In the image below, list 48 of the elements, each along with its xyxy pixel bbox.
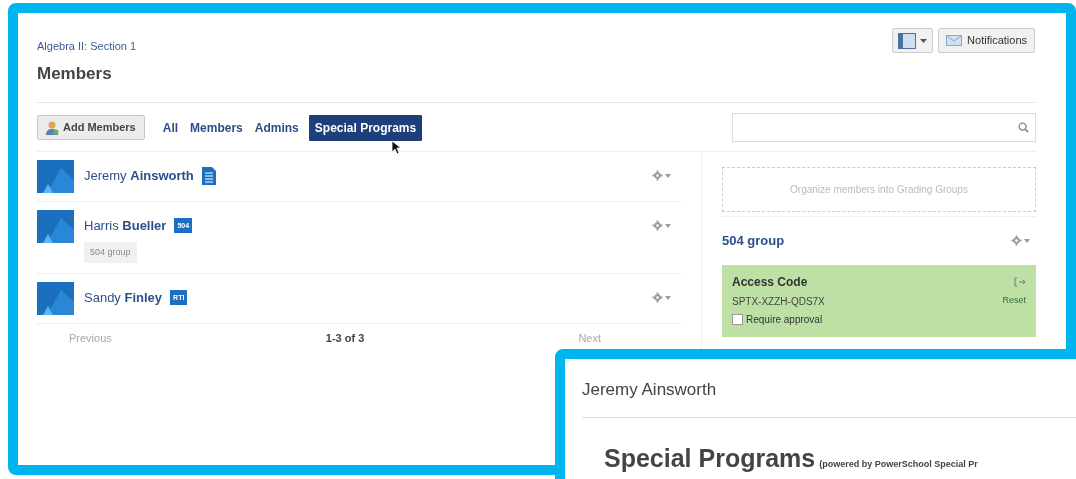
- reset-link[interactable]: Reset: [1002, 294, 1026, 308]
- filter-tab[interactable]: Special Programs: [308, 114, 423, 141]
- layout-dropdown-button[interactable]: [892, 28, 934, 53]
- person-add-icon: [46, 120, 59, 135]
- page-title: Members: [37, 62, 113, 85]
- avatar-icon: [37, 282, 74, 315]
- search-icon: [1018, 122, 1029, 133]
- notifications-button[interactable]: Notifications: [938, 28, 1035, 53]
- gear-menu-button[interactable]: [1011, 235, 1030, 247]
- group-tag: 504 group: [84, 241, 137, 263]
- add-members-button[interactable]: Add Members: [37, 115, 145, 140]
- search-field[interactable]: [732, 113, 1036, 142]
- popup-member-name: Jeremy Ainsworth: [582, 377, 1076, 418]
- group-title[interactable]: 504 group: [722, 231, 785, 251]
- require-approval-checkbox[interactable]: [732, 313, 743, 325]
- drop-zone: Organize members into Grading Groups: [722, 167, 1036, 212]
- member-name[interactable]: Sandy Finley: [84, 288, 163, 308]
- gear-icon: [652, 220, 663, 231]
- share-icon[interactable]: [1014, 276, 1026, 287]
- pagination-range: 1-3 of 3: [325, 331, 365, 346]
- caret-icon: [920, 38, 928, 43]
- breadcrumb-link[interactable]: Algebra II: Section 1: [37, 38, 137, 55]
- sidebar-layout-icon: [898, 32, 917, 49]
- member-name[interactable]: Harris Bueller: [84, 216, 167, 236]
- caret-icon: [665, 173, 671, 178]
- powered-by-note: (powered by PowerSchool Special Pr: [819, 457, 978, 471]
- special-programs-heading: Special Programs: [604, 442, 816, 474]
- caret-icon: [1024, 238, 1030, 243]
- document-icon: [201, 166, 216, 185]
- cursor-icon: [392, 140, 402, 155]
- filter-tab[interactable]: Members: [188, 114, 245, 141]
- require-approval-label: Require approval: [746, 312, 823, 327]
- avatar-icon: [37, 210, 74, 243]
- gear-icon: [652, 292, 663, 303]
- filter-tab[interactable]: Admins: [252, 114, 301, 141]
- gear-menu-button[interactable]: [652, 220, 671, 231]
- avatar-icon: [37, 160, 74, 193]
- member-name[interactable]: Jeremy Ainsworth: [84, 166, 194, 186]
- filter-tab[interactable]: All: [160, 114, 181, 141]
- caret-icon: [665, 295, 671, 300]
- gear-menu-button[interactable]: [652, 292, 671, 303]
- gear-icon: [1011, 235, 1022, 247]
- caret-icon: [665, 223, 671, 228]
- access-code-value: SPTX-XZZH-QDS7X: [732, 294, 825, 309]
- access-code-title: Access Code: [732, 273, 808, 291]
- envelope-icon: [946, 35, 963, 46]
- gear-icon: [652, 170, 663, 181]
- gear-menu-button[interactable]: [652, 170, 671, 181]
